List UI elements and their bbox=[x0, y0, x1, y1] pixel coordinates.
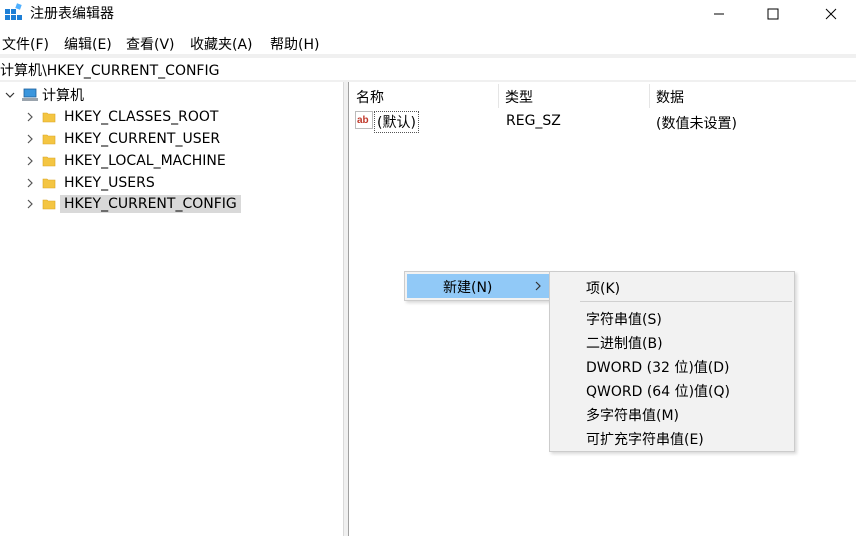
maximize-button[interactable] bbox=[750, 0, 796, 28]
submenu-item-multi-string-value[interactable]: 多字符串值(M) bbox=[586, 405, 679, 425]
column-divider[interactable] bbox=[649, 84, 650, 108]
menu-favorites[interactable]: 收藏夹(A) bbox=[190, 34, 253, 54]
folder-icon bbox=[42, 156, 56, 167]
submenu-item-qword-value[interactable]: QWORD (64 位)值(Q) bbox=[586, 381, 730, 401]
close-button[interactable] bbox=[808, 0, 854, 28]
column-header-name[interactable]: 名称 bbox=[356, 87, 384, 107]
tree-node-hkey-current-config[interactable]: HKEY_CURRENT_CONFIG bbox=[24, 194, 241, 214]
menu-help[interactable]: 帮助(H) bbox=[270, 34, 319, 54]
menu-file[interactable]: 文件(F) bbox=[2, 34, 49, 54]
chevron-right-icon[interactable] bbox=[24, 133, 36, 145]
tree-node-hkey-classes-root[interactable]: HKEY_CLASSES_ROOT bbox=[24, 107, 218, 127]
window-title: 注册表编辑器 bbox=[30, 6, 114, 22]
minimize-button[interactable] bbox=[696, 0, 742, 28]
tree-item-label: HKEY_USERS bbox=[64, 175, 155, 191]
regedit-app-icon bbox=[5, 3, 22, 20]
tree-root-label: 计算机 bbox=[42, 88, 84, 104]
computer-icon bbox=[22, 88, 38, 101]
string-value-icon: ab bbox=[355, 111, 373, 129]
submenu-item-expandable-string-value[interactable]: 可扩充字符串值(E) bbox=[586, 429, 704, 449]
tree-item-label: HKEY_CURRENT_USER bbox=[64, 131, 221, 147]
chevron-right-icon[interactable] bbox=[24, 177, 36, 189]
title-bar: 注册表编辑器 bbox=[0, 0, 856, 28]
column-header-type[interactable]: 类型 bbox=[505, 87, 533, 107]
submenu-separator bbox=[580, 301, 792, 302]
context-menu: 新建(N) bbox=[404, 271, 554, 301]
menu-item-new[interactable]: 新建(N) bbox=[407, 274, 551, 298]
tree-node-hkey-current-user[interactable]: HKEY_CURRENT_USER bbox=[24, 129, 220, 149]
value-name: (默认) bbox=[374, 111, 419, 133]
chevron-down-icon[interactable] bbox=[4, 89, 16, 101]
submenu-item-binary-value[interactable]: 二进制值(B) bbox=[586, 333, 663, 353]
column-header-data[interactable]: 数据 bbox=[656, 87, 684, 107]
tree-item-label: HKEY_LOCAL_MACHINE bbox=[64, 153, 226, 169]
address-path[interactable]: 计算机\HKEY_CURRENT_CONFIG bbox=[0, 60, 219, 80]
folder-icon bbox=[42, 199, 56, 210]
menu-bar: 文件(F) 编辑(E) 查看(V) 收藏夹(A) 帮助(H) bbox=[0, 32, 856, 54]
submenu-item-dword-value[interactable]: DWORD (32 位)值(D) bbox=[586, 357, 730, 377]
svg-text:ab: ab bbox=[357, 115, 369, 126]
chevron-right-icon[interactable] bbox=[24, 198, 36, 210]
maximize-icon bbox=[767, 8, 779, 20]
chevron-right-icon[interactable] bbox=[24, 111, 36, 123]
minimize-icon bbox=[714, 13, 724, 15]
address-bar[interactable]: 计算机\HKEY_CURRENT_CONFIG bbox=[0, 58, 856, 80]
submenu-item-string-value[interactable]: 字符串值(S) bbox=[586, 309, 662, 329]
menu-edit[interactable]: 编辑(E) bbox=[64, 34, 112, 54]
menu-view[interactable]: 查看(V) bbox=[126, 34, 175, 54]
value-row[interactable]: ab (默认) REG_SZ (数值未设置) bbox=[349, 110, 856, 133]
tree-item-label-selected: HKEY_CURRENT_CONFIG bbox=[60, 195, 241, 213]
close-icon bbox=[825, 8, 837, 20]
folder-icon bbox=[42, 178, 56, 189]
folder-icon bbox=[42, 112, 56, 123]
tree-node-hkey-local-machine[interactable]: HKEY_LOCAL_MACHINE bbox=[24, 151, 226, 171]
submenu-arrow-icon bbox=[535, 281, 541, 291]
value-data: (数值未设置) bbox=[656, 116, 737, 132]
column-divider[interactable] bbox=[498, 84, 499, 108]
key-tree-pane[interactable]: 计算机 HKEY_CLASSES_ROOT HKEY_CURRENT_USER … bbox=[0, 82, 343, 536]
submenu-item-key[interactable]: 项(K) bbox=[586, 278, 620, 298]
tree-item-label: HKEY_CLASSES_ROOT bbox=[64, 109, 219, 125]
folder-icon bbox=[42, 134, 56, 145]
value-type: REG_SZ bbox=[506, 113, 561, 129]
tree-node-hkey-users[interactable]: HKEY_USERS bbox=[24, 173, 155, 193]
new-submenu: 项(K) 字符串值(S) 二进制值(B) DWORD (32 位)值(D) QW… bbox=[549, 271, 795, 452]
tree-node-computer[interactable]: 计算机 bbox=[4, 85, 84, 105]
menu-item-new-label: 新建(N) bbox=[443, 280, 493, 296]
chevron-right-icon[interactable] bbox=[24, 155, 36, 167]
